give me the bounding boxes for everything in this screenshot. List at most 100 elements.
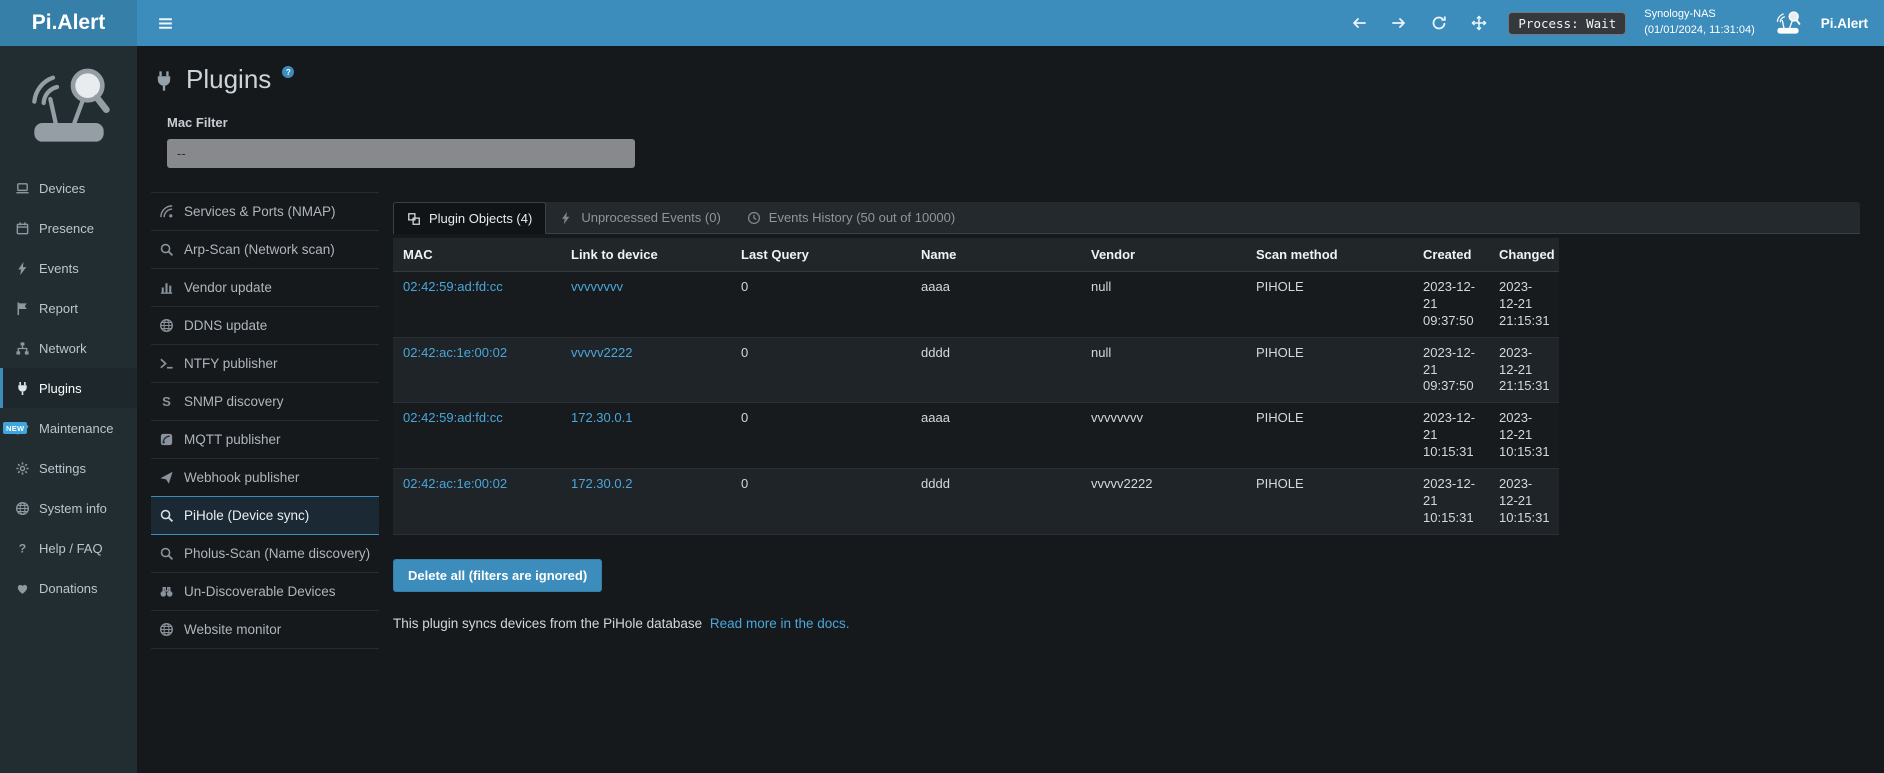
docs-link[interactable]: Read more in the docs.	[710, 616, 850, 631]
plugin-menu: Services & Ports (NMAP) Arp-Scan (Networ…	[151, 192, 379, 649]
plugin-item-nmap[interactable]: Services & Ports (NMAP)	[151, 193, 379, 231]
scan-method-cell: PIHOLE	[1246, 469, 1413, 535]
plugins-layout: Services & Ports (NMAP) Arp-Scan (Networ…	[151, 192, 1860, 649]
device-link[interactable]: 172.30.0.2	[571, 476, 632, 491]
plugin-item-vendor-update[interactable]: Vendor update	[151, 269, 379, 307]
page-title-text: Plugins	[186, 64, 271, 95]
sidebar-item-plugins[interactable]: Plugins	[0, 368, 137, 408]
clock-icon	[747, 211, 761, 225]
plugin-item-ntfy[interactable]: NTFY publisher	[151, 345, 379, 383]
plugin-item-website-monitor[interactable]: Website monitor	[151, 611, 379, 649]
router-magnifier-logo-icon	[21, 64, 117, 150]
plugin-item-label: NTFY publisher	[184, 356, 278, 371]
app-name-label: Pi.Alert	[1821, 16, 1868, 31]
column-header-created: Created	[1413, 238, 1489, 272]
sidebar-item-maintenance[interactable]: NEW Maintenance	[0, 408, 137, 448]
device-name: Synology-NAS	[1644, 7, 1755, 23]
pialert-logo-icon	[1773, 10, 1803, 36]
last-query-cell: 0	[731, 337, 911, 403]
mac-link[interactable]: 02:42:ac:1e:00:02	[403, 476, 507, 491]
back-button[interactable]	[1348, 12, 1370, 34]
globe-icon	[15, 501, 30, 516]
plugin-item-label: Webhook publisher	[184, 470, 299, 485]
terminal-icon	[159, 356, 174, 371]
sidebar-item-label: Report	[39, 301, 78, 316]
binoculars-icon	[159, 584, 174, 599]
column-header-name: Name	[911, 238, 1081, 272]
plugin-item-label: Website monitor	[184, 622, 281, 637]
column-header-mac: MAC	[393, 238, 561, 272]
mac-filter-input[interactable]	[167, 139, 635, 168]
sidebar-item-presence[interactable]: Presence	[0, 208, 137, 248]
device-link[interactable]: vvvvv2222	[571, 345, 632, 360]
plugin-item-label: MQTT publisher	[184, 432, 281, 447]
plugin-item-pihole[interactable]: PiHole (Device sync)	[151, 496, 379, 535]
plugin-objects-table: MAC Link to device Last Query Name Vendo…	[393, 238, 1559, 535]
tab-events-history[interactable]: Events History (50 out of 10000)	[734, 202, 968, 233]
plugin-item-webhook[interactable]: Webhook publisher	[151, 459, 379, 497]
sidebar-item-report[interactable]: Report	[0, 288, 137, 328]
objects-icon	[407, 212, 421, 226]
tab-plugin-objects[interactable]: Plugin Objects (4)	[393, 202, 546, 234]
tab-label: Events History (50 out of 10000)	[769, 210, 955, 225]
sidebar-item-label: Help / FAQ	[39, 541, 103, 556]
sidebar-item-label: Maintenance	[39, 421, 113, 436]
fullscreen-button[interactable]	[1468, 12, 1490, 34]
table-row: 02:42:ac:1e:00:02 172.30.0.2 0 dddd vvvv…	[393, 469, 1559, 535]
plugin-item-pholus[interactable]: Pholus-Scan (Name discovery)	[151, 535, 379, 573]
changed-cell: 2023-12-21 21:15:31	[1489, 337, 1559, 403]
created-cell: 2023-12-21 10:15:31	[1413, 403, 1489, 469]
changed-cell: 2023-12-21 10:15:31	[1489, 469, 1559, 535]
network-icon	[15, 341, 30, 356]
laptop-icon	[15, 181, 30, 196]
radar-icon	[159, 204, 174, 219]
plugins-docs-badge[interactable]: ?	[282, 66, 294, 78]
heart-icon	[15, 581, 30, 596]
mac-filter-label: Mac Filter	[167, 115, 1860, 130]
top-header: Pi.Alert Process: Wait Synology-NAS (01/…	[0, 0, 1884, 46]
plugin-description: This plugin syncs devices from the PiHol…	[393, 616, 1860, 631]
sidebar-item-help-faq[interactable]: Help / FAQ	[0, 528, 137, 568]
plugin-item-label: PiHole (Device sync)	[184, 508, 309, 523]
column-header-vendor: Vendor	[1081, 238, 1246, 272]
plugin-item-mqtt[interactable]: MQTT publisher	[151, 421, 379, 459]
column-header-scan-method: Scan method	[1246, 238, 1413, 272]
mac-link[interactable]: 02:42:59:ad:fd:cc	[403, 410, 503, 425]
mac-link[interactable]: 02:42:ac:1e:00:02	[403, 345, 507, 360]
arrow-right-icon	[1391, 15, 1407, 31]
sidebar-toggle-button[interactable]	[153, 11, 178, 36]
refresh-button[interactable]	[1428, 12, 1450, 34]
created-cell: 2023-12-21 09:37:50	[1413, 337, 1489, 403]
delete-all-button[interactable]: Delete all (filters are ignored)	[393, 559, 602, 592]
plugin-item-arpscan[interactable]: Arp-Scan (Network scan)	[151, 231, 379, 269]
process-status-badge: Process: Wait	[1508, 12, 1626, 35]
sidebar-item-settings[interactable]: Settings	[0, 448, 137, 488]
new-badge: NEW	[3, 422, 27, 434]
sidebar-item-label: Plugins	[39, 381, 82, 396]
main-content: Plugins ? Mac Filter Services & Ports (N…	[137, 46, 1884, 773]
sidebar-item-devices[interactable]: Devices	[0, 168, 137, 208]
created-cell: 2023-12-21 09:37:50	[1413, 272, 1489, 338]
plug-icon	[153, 70, 175, 92]
plugin-item-ddns-update[interactable]: DDNS update	[151, 307, 379, 345]
top-navbar: Process: Wait Synology-NAS (01/01/2024, …	[137, 0, 1884, 46]
name-cell: aaaa	[911, 272, 1081, 338]
scan-method-cell: PIHOLE	[1246, 272, 1413, 338]
device-link[interactable]: 172.30.0.1	[571, 410, 632, 425]
plugin-item-label: Services & Ports (NMAP)	[184, 204, 336, 219]
sidebar-item-network[interactable]: Network	[0, 328, 137, 368]
sidebar-item-label: System info	[39, 501, 107, 516]
forward-button[interactable]	[1388, 12, 1410, 34]
brand-logo[interactable]: Pi.Alert	[0, 0, 137, 46]
bolt-icon	[15, 261, 30, 276]
sidebar-item-system-info[interactable]: System info	[0, 488, 137, 528]
mac-link[interactable]: 02:42:59:ad:fd:cc	[403, 279, 503, 294]
sidebar-item-events[interactable]: Events	[0, 248, 137, 288]
device-link[interactable]: vvvvvvvv	[571, 279, 623, 294]
plugin-item-undiscoverable[interactable]: Un-Discoverable Devices	[151, 573, 379, 611]
tab-unprocessed-events[interactable]: Unprocessed Events (0)	[546, 202, 733, 233]
plugin-item-snmp[interactable]: SNMP discovery	[151, 383, 379, 421]
plugin-detail-pane: Plugin Objects (4) Unprocessed Events (0…	[393, 192, 1860, 631]
vendor-cell: vvvvvvvv	[1081, 403, 1246, 469]
sidebar-item-donations[interactable]: Donations	[0, 568, 137, 608]
